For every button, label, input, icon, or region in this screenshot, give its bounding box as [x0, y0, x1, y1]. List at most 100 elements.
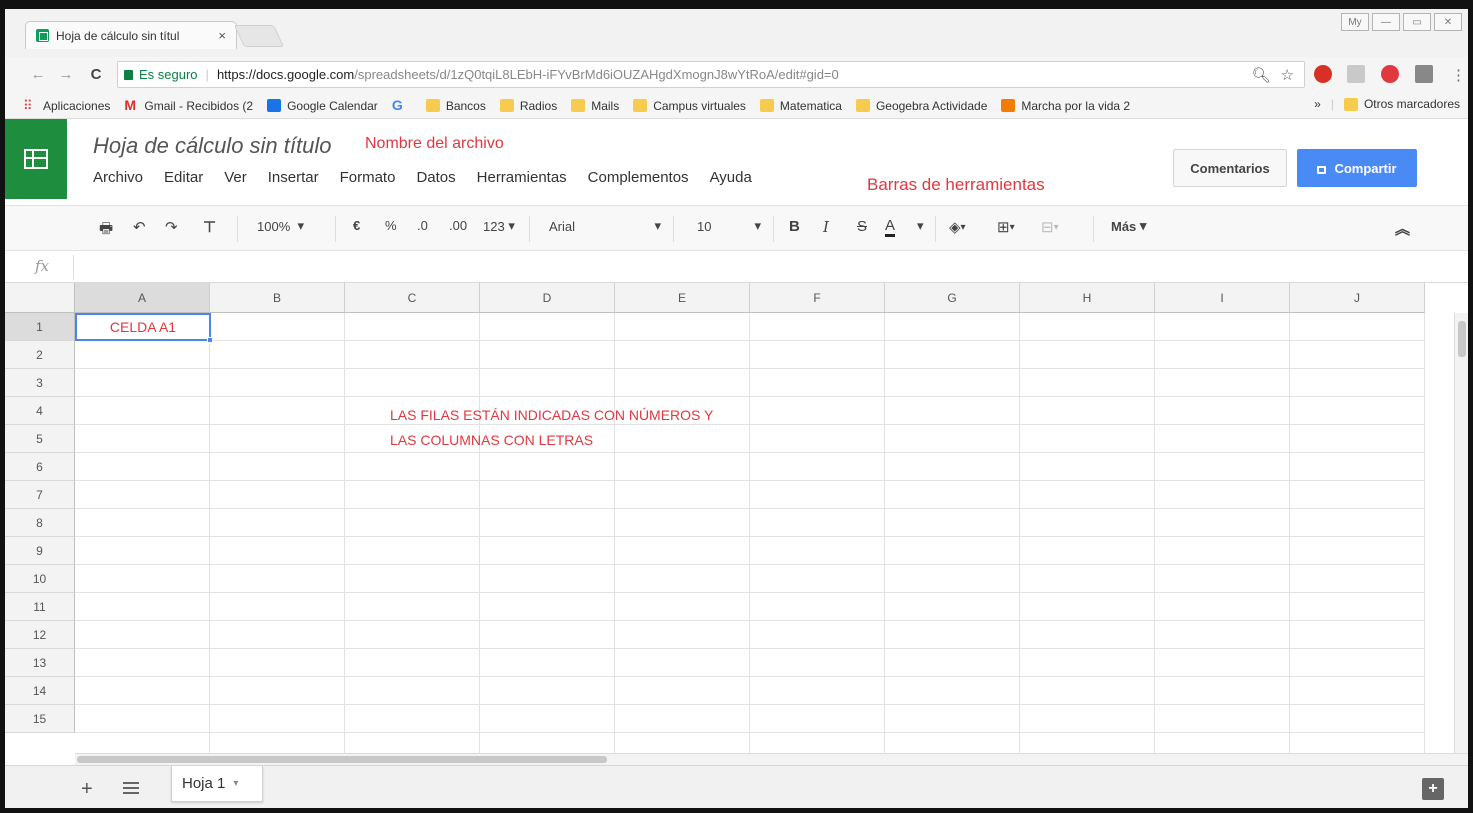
document-title[interactable]: Hoja de cálculo sin título — [93, 133, 331, 159]
other-bookmarks[interactable]: Otros marcadores — [1343, 97, 1460, 111]
bookmark-folder-bancos[interactable]: Bancos — [425, 99, 486, 113]
vertical-scrollbar[interactable] — [1454, 313, 1468, 753]
fill-handle[interactable] — [207, 337, 213, 343]
menu-insertar[interactable]: Insertar — [268, 169, 319, 186]
decrease-decimals-button[interactable]: .0 — [417, 218, 428, 233]
minimize-button[interactable]: — — [1372, 13, 1400, 31]
column-header-g[interactable]: G — [885, 283, 1020, 313]
currency-format-button[interactable]: € — [353, 218, 360, 233]
bookmark-folder-geogebra[interactable]: Geogebra Actividade — [855, 99, 987, 113]
row-header-15[interactable]: 15 — [5, 705, 75, 733]
bookmark-google[interactable]: G — [392, 98, 412, 112]
chrome-menu-icon[interactable]: ⋮ — [1451, 66, 1466, 84]
strikethrough-button[interactable]: S — [857, 218, 867, 235]
zoom-select[interactable]: 100% ▾ — [257, 218, 304, 234]
column-header-a[interactable]: A — [75, 283, 210, 313]
maximize-button[interactable]: ▭ — [1403, 13, 1431, 31]
merge-cells-icon[interactable]: ⊟ ▾ — [1041, 218, 1059, 236]
number-format-select[interactable]: 123 ▾ — [483, 218, 515, 234]
row-header-4[interactable]: 4 — [5, 397, 75, 425]
font-size-select[interactable]: 10 ▾ — [697, 218, 761, 234]
font-select[interactable]: Arial ▾ — [549, 218, 661, 234]
bookmark-folder-campus[interactable]: Campus virtuales — [633, 99, 746, 113]
bookmark-star-icon[interactable]: ☆ — [1281, 66, 1294, 84]
borders-icon[interactable]: ⊞ ▾ — [997, 218, 1015, 236]
row-header-1[interactable]: 1 — [5, 313, 75, 341]
row-header-13[interactable]: 13 — [5, 649, 75, 677]
opera-extension-icon[interactable] — [1381, 65, 1399, 83]
bookmark-gmail[interactable]: M Gmail - Recibidos (2 — [124, 98, 253, 113]
italic-button[interactable]: I — [823, 218, 829, 236]
extension-icon[interactable] — [1347, 65, 1365, 83]
increase-decimals-button[interactable]: .00 — [449, 218, 467, 233]
menu-complementos[interactable]: Complementos — [588, 169, 689, 186]
new-tab-button[interactable] — [233, 25, 285, 47]
sheet-tab[interactable]: Hoja 1 ▾ — [171, 766, 263, 802]
menu-archivo[interactable]: Archivo — [93, 169, 143, 186]
menu-herramientas[interactable]: Herramientas — [477, 169, 567, 186]
all-sheets-icon[interactable] — [123, 782, 139, 794]
collapse-icon[interactable]: ︽ — [1395, 218, 1410, 239]
text-color-dropdown-icon[interactable]: ▾ — [917, 218, 924, 234]
redo-icon[interactable]: ↷ — [165, 218, 178, 236]
tab-close-icon[interactable]: × — [218, 28, 226, 43]
bold-button[interactable]: B — [789, 218, 800, 235]
percent-format-button[interactable]: % — [385, 218, 397, 233]
bookmark-apps[interactable]: ⠿ Aplicaciones — [23, 99, 110, 113]
paint-format-icon[interactable]: ⊤ — [203, 218, 216, 236]
close-window-button[interactable]: ✕ — [1434, 13, 1462, 31]
extension-icon[interactable] — [1415, 65, 1433, 83]
bookmark-folder-matematica[interactable]: Matematica — [759, 99, 842, 113]
row-header-12[interactable]: 12 — [5, 621, 75, 649]
sheets-logo-icon[interactable] — [5, 119, 67, 199]
cell-a1[interactable]: CELDA A1 — [75, 313, 213, 343]
reload-icon[interactable]: C — [85, 66, 107, 83]
menu-formato[interactable]: Formato — [340, 169, 396, 186]
column-header-e[interactable]: E — [615, 283, 750, 313]
bookmark-marcha[interactable]: Marcha por la vida 2 — [1001, 99, 1130, 113]
horizontal-scrollbar[interactable] — [75, 753, 1468, 765]
share-button[interactable]: Compartir — [1297, 149, 1417, 187]
browser-tab[interactable]: Hoja de cálculo sin títul × — [25, 21, 237, 49]
text-color-button[interactable]: A — [885, 218, 896, 237]
row-header-7[interactable]: 7 — [5, 481, 75, 509]
scroll-thumb[interactable] — [77, 756, 607, 763]
forward-arrow-icon[interactable]: → — [55, 66, 77, 83]
column-header-i[interactable]: I — [1155, 283, 1290, 313]
adblock-extension-icon[interactable] — [1314, 65, 1332, 83]
column-header-c[interactable]: C — [345, 283, 480, 313]
add-sheet-button[interactable]: + — [81, 778, 93, 801]
column-header-f[interactable]: F — [750, 283, 885, 313]
row-header-10[interactable]: 10 — [5, 565, 75, 593]
explore-icon[interactable]: + — [1422, 778, 1444, 800]
zoom-icon[interactable]: 🔍︎ — [1252, 66, 1271, 84]
bookmark-folder-radios[interactable]: Radios — [499, 99, 557, 113]
scroll-thumb[interactable] — [1458, 321, 1466, 357]
row-header-11[interactable]: 11 — [5, 593, 75, 621]
bookmark-calendar[interactable]: Google Calendar — [267, 99, 378, 113]
column-header-b[interactable]: B — [210, 283, 345, 313]
row-header-2[interactable]: 2 — [5, 341, 75, 369]
undo-icon[interactable]: ↶ — [133, 218, 146, 236]
chevron-down-icon[interactable]: ▾ — [233, 778, 238, 789]
column-header-h[interactable]: H — [1020, 283, 1155, 313]
print-icon[interactable]: 🖶︎ — [99, 218, 113, 243]
fill-color-icon[interactable]: ◈ ▾ — [949, 218, 966, 236]
menu-datos[interactable]: Datos — [416, 169, 455, 186]
row-header-14[interactable]: 14 — [5, 677, 75, 705]
more-button[interactable]: Más ▾ — [1111, 218, 1146, 234]
row-header-6[interactable]: 6 — [5, 453, 75, 481]
spreadsheet-grid[interactable]: ABCDEFGHIJ 1 2 3 4 5 6 7 8 9 10 11 12 13 14 15 CELDA A… — [5, 283, 1468, 753]
bookmark-folder-mails[interactable]: Mails — [571, 99, 619, 113]
row-header-5[interactable]: 5 — [5, 425, 75, 453]
row-header-8[interactable]: 8 — [5, 509, 75, 537]
column-header-d[interactable]: D — [480, 283, 615, 313]
profile-button[interactable]: My — [1341, 13, 1369, 31]
row-header-3[interactable]: 3 — [5, 369, 75, 397]
row-header-9[interactable]: 9 — [5, 537, 75, 565]
comments-button[interactable]: Comentarios — [1173, 149, 1287, 187]
column-header-j[interactable]: J — [1290, 283, 1425, 313]
select-all-corner[interactable] — [5, 283, 75, 313]
address-bar[interactable]: Es seguro | https://docs.google.com /spr… — [117, 61, 1305, 88]
menu-editar[interactable]: Editar — [164, 169, 203, 186]
